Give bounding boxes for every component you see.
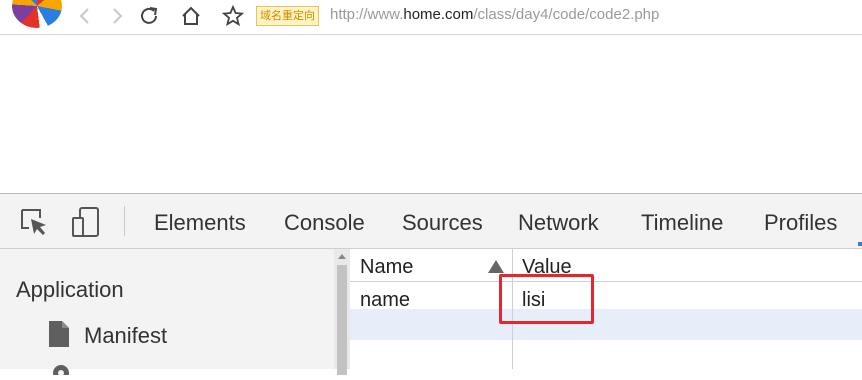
devtools-panel: Elements Console Sources Network Timelin… <box>0 193 862 380</box>
reload-icon[interactable] <box>137 5 161 27</box>
toolbar-divider <box>124 206 125 236</box>
inspect-element-icon[interactable] <box>18 206 50 238</box>
redirect-badge[interactable]: 域名重定向 <box>256 6 319 26</box>
bookmark-star-icon[interactable] <box>221 4 245 27</box>
tab-console[interactable]: Console <box>284 210 365 236</box>
tab-elements[interactable]: Elements <box>154 210 246 236</box>
file-icon <box>48 320 70 348</box>
annotation-highlight-box <box>499 274 594 324</box>
device-toolbar-icon[interactable] <box>70 206 102 238</box>
sidebar-item-manifest[interactable]: Manifest <box>84 323 167 349</box>
devtools-tabbar: Elements Console Sources Network Timelin… <box>0 194 862 249</box>
tab-sources[interactable]: Sources <box>402 210 483 236</box>
column-header-name[interactable]: Name <box>360 256 413 279</box>
sidebar-title: Application <box>16 277 124 302</box>
cookies-table: Name Value name lisi <box>350 249 862 369</box>
url-path: /class/day4/code/code2.php <box>473 6 660 23</box>
table-header: Name Value <box>350 249 862 282</box>
scrollbar-thumb[interactable] <box>337 265 347 375</box>
sort-ascending-icon[interactable] <box>488 260 504 273</box>
tab-network[interactable]: Network <box>518 210 599 236</box>
url-prefix: http://www. <box>330 6 404 23</box>
table-row-empty-selected[interactable] <box>350 309 862 340</box>
url-host: home.com <box>403 6 474 23</box>
forward-icon[interactable] <box>105 5 129 27</box>
address-bar[interactable]: http://www.home.com/class/day4/code/code… <box>330 5 659 25</box>
active-tab-indicator <box>858 242 862 246</box>
home-icon[interactable] <box>179 5 203 27</box>
tab-profiles[interactable]: Profiles <box>764 210 837 236</box>
tab-timeline[interactable]: Timeline <box>641 210 723 236</box>
browser-logo-icon <box>12 0 62 28</box>
table-row[interactable] <box>350 282 862 309</box>
back-icon[interactable] <box>73 5 97 27</box>
sidebar-scrollbar[interactable] <box>334 249 350 375</box>
gear-icon <box>50 359 72 380</box>
application-sidebar: Application Manifest <box>0 249 334 380</box>
browser-toolbar: 域名重定向 http://www.home.com/class/day4/cod… <box>0 0 862 35</box>
scroll-up-arrow-icon[interactable] <box>338 254 346 259</box>
cell-name[interactable]: name <box>360 289 410 312</box>
